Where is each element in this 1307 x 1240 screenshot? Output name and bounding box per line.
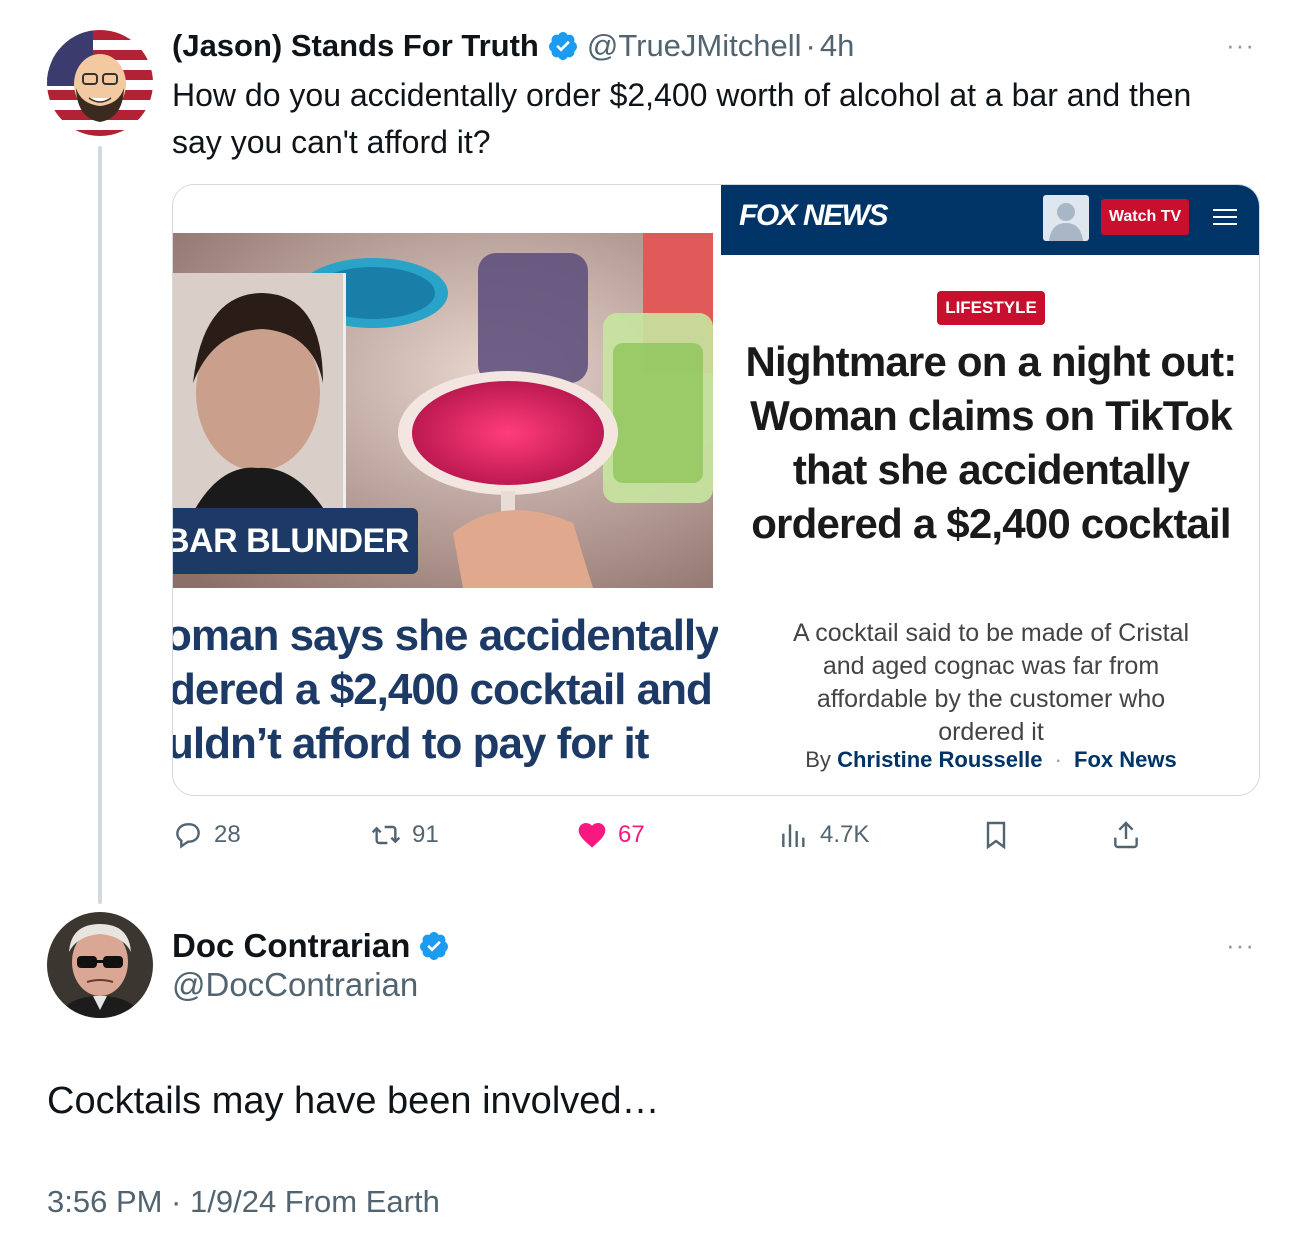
- outlet-name: Fox News: [1074, 747, 1177, 772]
- bookmark-icon: [986, 821, 1006, 850]
- avatar-doc[interactable]: [47, 912, 153, 1018]
- views-button[interactable]: 4.7K: [778, 812, 869, 858]
- timestamp[interactable]: 4h: [820, 28, 854, 64]
- byline-separator: ·: [1054, 747, 1062, 772]
- card-right-screenshot: FOX NEWS Watch TV LIFESTYLE Nightmare on…: [721, 185, 1259, 795]
- portrait-avatar-icon: [47, 912, 153, 1018]
- share-icon: [1114, 821, 1138, 849]
- author-name: Christine Rousselle: [837, 747, 1043, 772]
- share-button[interactable]: [1110, 812, 1152, 858]
- watch-tv-button: Watch TV: [1101, 199, 1189, 235]
- tweet-text: How do you accidentally order $2,400 wor…: [172, 77, 1192, 160]
- tweet1-header: (Jason) Stands For Truth @TrueJMitchell …: [172, 26, 854, 66]
- verified-badge-icon: [548, 32, 577, 60]
- left-headline-line: oman says she accidentally: [173, 611, 718, 660]
- bookmark-button[interactable]: [980, 812, 1022, 858]
- heart-filled-icon: [578, 823, 606, 848]
- left-headline-line: uldn’t afford to pay for it: [173, 719, 649, 768]
- retweet-count: 91: [412, 821, 439, 848]
- hamburger-menu-icon: [1213, 209, 1237, 227]
- user-profile-icon: [1043, 195, 1089, 241]
- verified-badge-icon: [420, 932, 449, 960]
- views-count: 4.7K: [820, 821, 870, 848]
- more-options-icon[interactable]: ···: [1226, 30, 1255, 61]
- display-name[interactable]: Doc Contrarian: [172, 927, 410, 965]
- bitmoji-avatar-icon: [47, 30, 153, 136]
- article-subheadline: A cocktail said to be made of Cristal an…: [792, 619, 1190, 746]
- left-headline: oman says she accidentally dered a $2,40…: [173, 609, 718, 779]
- handle[interactable]: @TrueJMitchell: [587, 28, 802, 64]
- fox-news-header: FOX NEWS Watch TV: [721, 185, 1259, 255]
- tweet2-header: Doc Contrarian: [172, 924, 458, 968]
- article-byline: By Christine Rousselle · Fox News: [721, 747, 1259, 773]
- bar-blunder-label: BAR BLUNDER: [173, 522, 409, 560]
- category-badge: LIFESTYLE: [937, 291, 1045, 325]
- tweet-timestamp[interactable]: 3:56 PM · 1/9/24 From Earth: [47, 1184, 440, 1220]
- article-headline: Nightmare on a night out: Woman claims o…: [745, 338, 1238, 547]
- more-options-icon[interactable]: ···: [1226, 930, 1255, 961]
- views-chart-icon: [782, 824, 805, 847]
- link-card[interactable]: BAR BLUNDER oman says she accidentally d…: [172, 184, 1260, 796]
- reply-button[interactable]: 28: [172, 812, 241, 858]
- fox-news-logo: FOX NEWS: [739, 199, 889, 232]
- reply-count: 28: [214, 821, 241, 848]
- bar-blunder-banner: BAR BLUNDER: [173, 508, 418, 574]
- avatar-jason[interactable]: [47, 30, 153, 136]
- retweet-icon: [371, 825, 401, 845]
- reply-icon: [176, 823, 200, 849]
- retweet-button[interactable]: 91: [370, 812, 439, 858]
- tweet-text: Cocktails may have been involved…: [47, 1080, 660, 1122]
- display-name[interactable]: (Jason) Stands For Truth: [172, 28, 539, 64]
- card-left-screenshot: BAR BLUNDER oman says she accidentally d…: [173, 185, 721, 795]
- like-count: 67: [618, 821, 645, 848]
- separator: ·: [805, 28, 816, 63]
- tweet-actions-bar: 28 91 67 4.7K: [172, 812, 1172, 858]
- like-button[interactable]: 67: [576, 812, 645, 858]
- left-headline-line: dered a $2,400 cocktail and: [173, 665, 713, 714]
- thread-connector-line: [98, 146, 102, 904]
- byline-prefix: By: [805, 747, 831, 772]
- handle[interactable]: @DocContrarian: [172, 966, 418, 1004]
